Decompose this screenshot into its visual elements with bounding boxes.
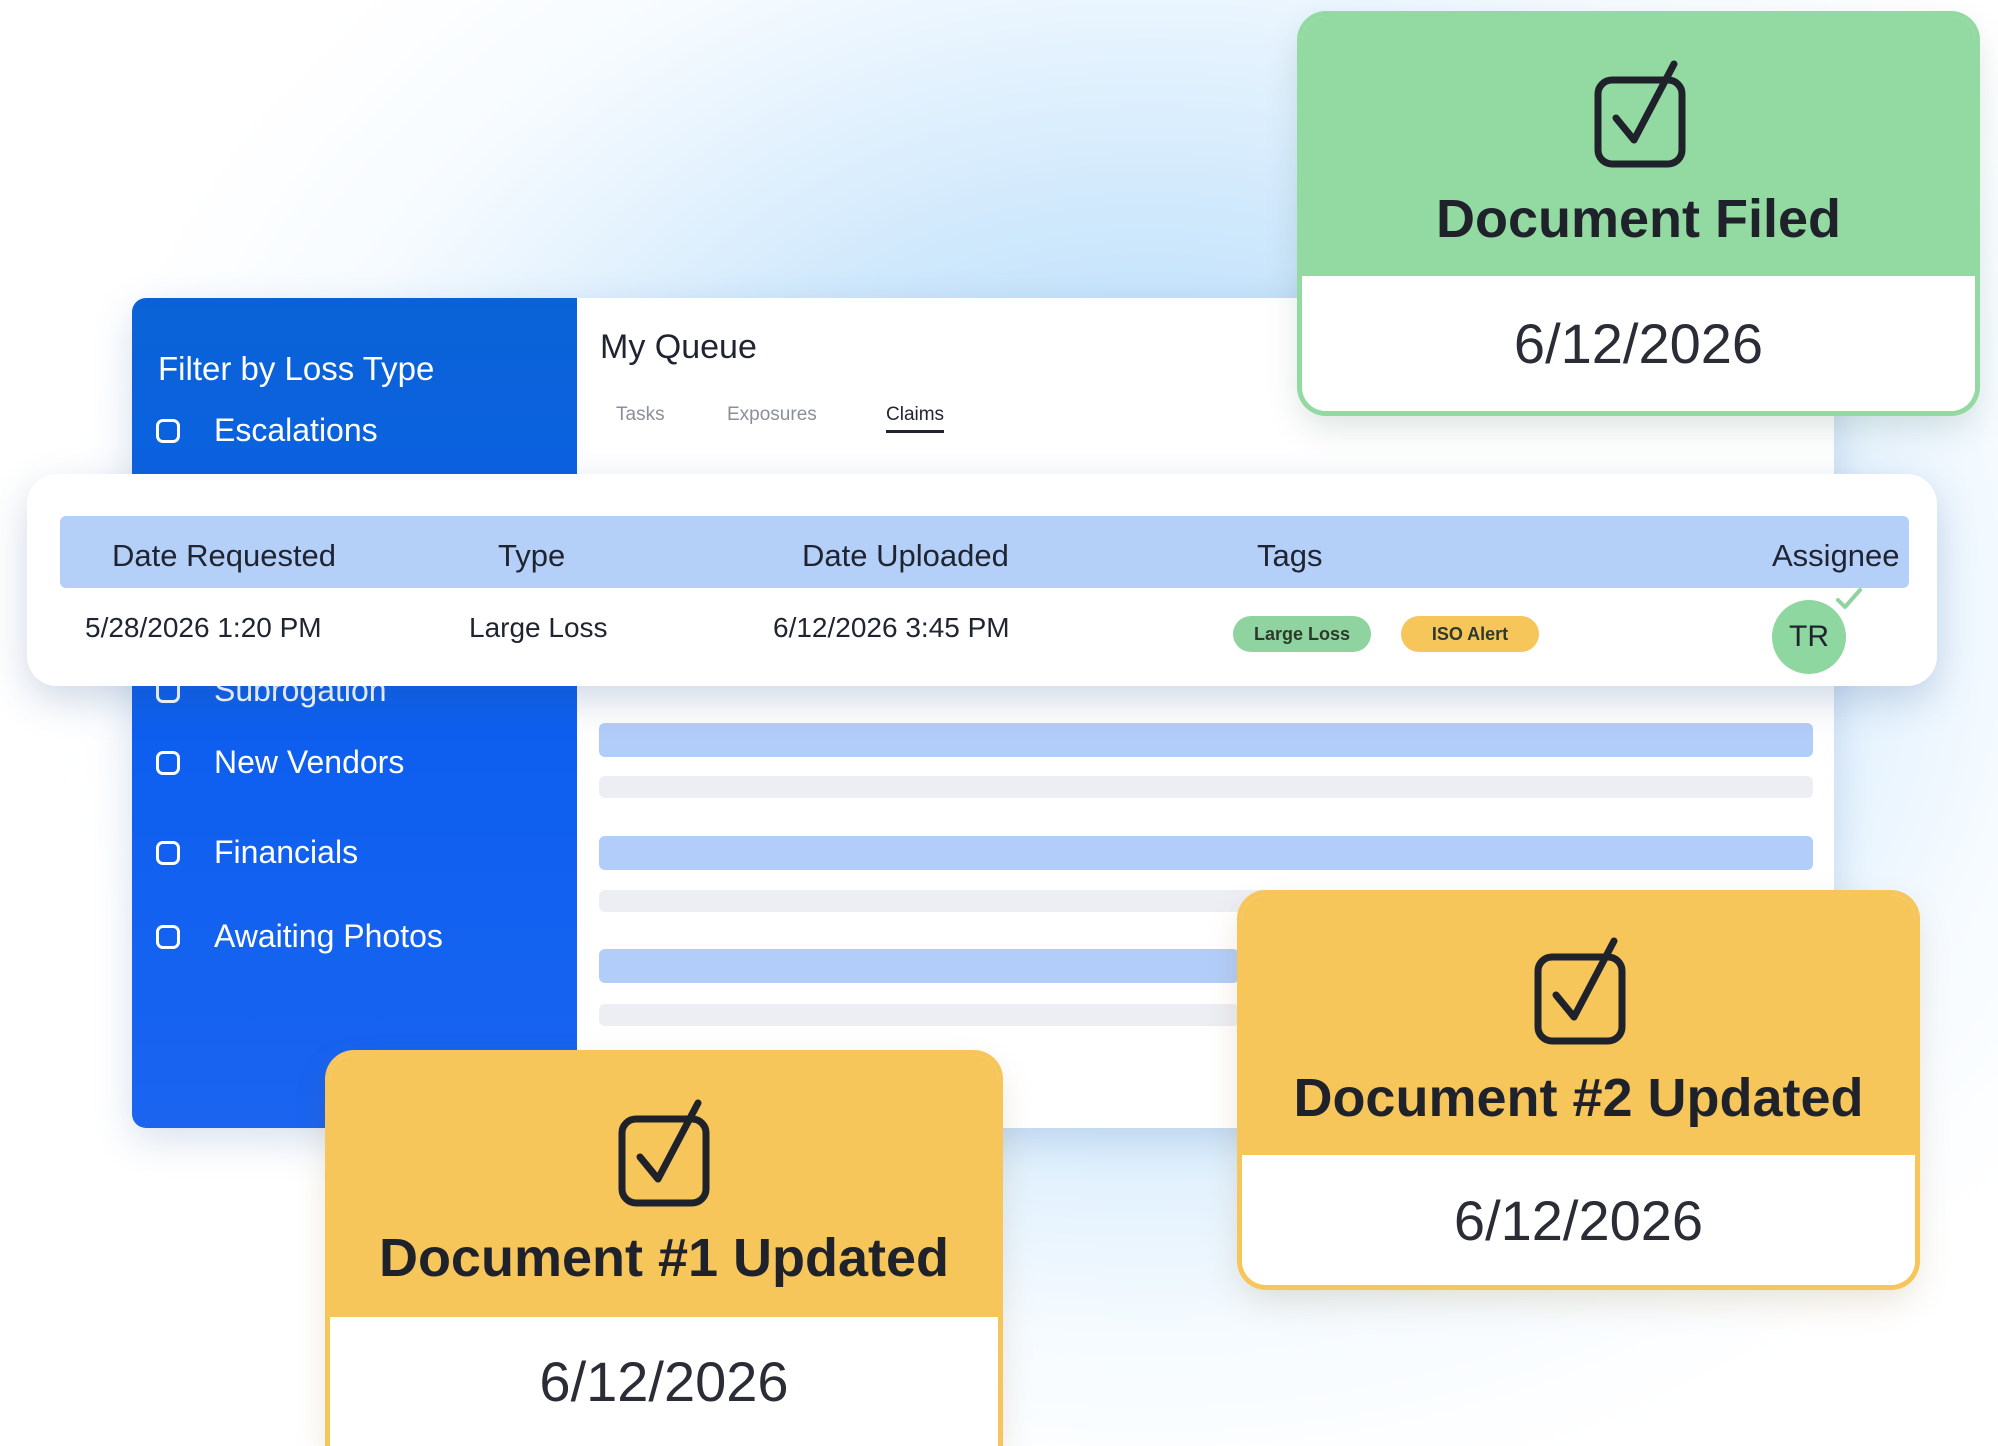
tag-iso-alert[interactable]: ISO Alert bbox=[1401, 616, 1539, 652]
check-square-icon bbox=[1534, 937, 1626, 1045]
filter-item-label: Awaiting Photos bbox=[214, 918, 443, 954]
notification-title: Document #2 Updated bbox=[1293, 1068, 1864, 1128]
column-header-assignee[interactable]: Assignee bbox=[1772, 538, 1900, 574]
cell-date-uploaded: 6/12/2026 3:45 PM bbox=[773, 612, 1010, 643]
checkbox[interactable] bbox=[156, 924, 180, 949]
tab-exposures[interactable]: Exposures bbox=[727, 404, 817, 426]
tab-claims[interactable]: Claims bbox=[886, 404, 945, 433]
placeholder-row bbox=[599, 949, 1239, 983]
check-square-icon bbox=[618, 1099, 710, 1207]
filter-item-new-vendors[interactable]: New Vendors bbox=[156, 744, 404, 781]
queue-title: My Queue bbox=[600, 328, 757, 366]
column-header-tags[interactable]: Tags bbox=[1257, 538, 1322, 574]
checkbox[interactable] bbox=[156, 750, 180, 775]
checkbox[interactable] bbox=[156, 840, 180, 865]
column-header-type[interactable]: Type bbox=[498, 538, 565, 574]
tag-large-loss[interactable]: Large Loss bbox=[1233, 616, 1371, 652]
placeholder-row bbox=[599, 836, 1813, 870]
check-icon bbox=[1836, 588, 1862, 609]
placeholder-row bbox=[599, 776, 1813, 798]
notification-title: Document #1 Updated bbox=[378, 1228, 950, 1288]
filter-item-financials[interactable]: Financials bbox=[156, 834, 358, 871]
filter-item-label: New Vendors bbox=[214, 744, 405, 780]
column-header-date-requested[interactable]: Date Requested bbox=[112, 538, 336, 574]
claims-table-card: Date Requested Type Date Uploaded Tags A… bbox=[27, 474, 1937, 686]
column-header-date-uploaded[interactable]: Date Uploaded bbox=[802, 538, 1009, 574]
filter-title: Filter by Loss Type bbox=[158, 350, 435, 387]
notification-document-filed[interactable]: Document Filed 6/12/2026 bbox=[1302, 16, 1975, 411]
filter-item-awaiting-photos[interactable]: Awaiting Photos bbox=[156, 918, 443, 955]
filter-item-label: Escalations bbox=[214, 412, 378, 448]
filter-item-escalations[interactable]: Escalations bbox=[156, 412, 378, 449]
checkbox[interactable] bbox=[156, 418, 180, 443]
filter-sidebar: Filter by Loss Type Escalations Subrogat… bbox=[132, 298, 577, 1128]
notification-title: Document Filed bbox=[1435, 189, 1842, 249]
placeholder-row bbox=[599, 723, 1813, 757]
table-header: Date Requested Type Date Uploaded Tags A… bbox=[60, 516, 1909, 588]
placeholder-row bbox=[599, 1004, 1239, 1026]
check-square-icon bbox=[1594, 60, 1686, 168]
cell-date-requested: 5/28/2026 1:20 PM bbox=[85, 612, 322, 643]
tab-tasks[interactable]: Tasks bbox=[616, 404, 665, 426]
notification-document-2-updated[interactable]: Document #2 Updated 6/12/2026 bbox=[1242, 895, 1915, 1285]
notification-date: 6/12/2026 bbox=[1242, 1155, 1915, 1285]
notification-date: 6/12/2026 bbox=[330, 1317, 998, 1446]
filter-item-label: Financials bbox=[214, 834, 359, 870]
notification-date: 6/12/2026 bbox=[1302, 276, 1975, 411]
notification-document-1-updated[interactable]: Document #1 Updated 6/12/2026 bbox=[330, 1055, 998, 1446]
cell-type: Large Loss bbox=[469, 612, 608, 643]
